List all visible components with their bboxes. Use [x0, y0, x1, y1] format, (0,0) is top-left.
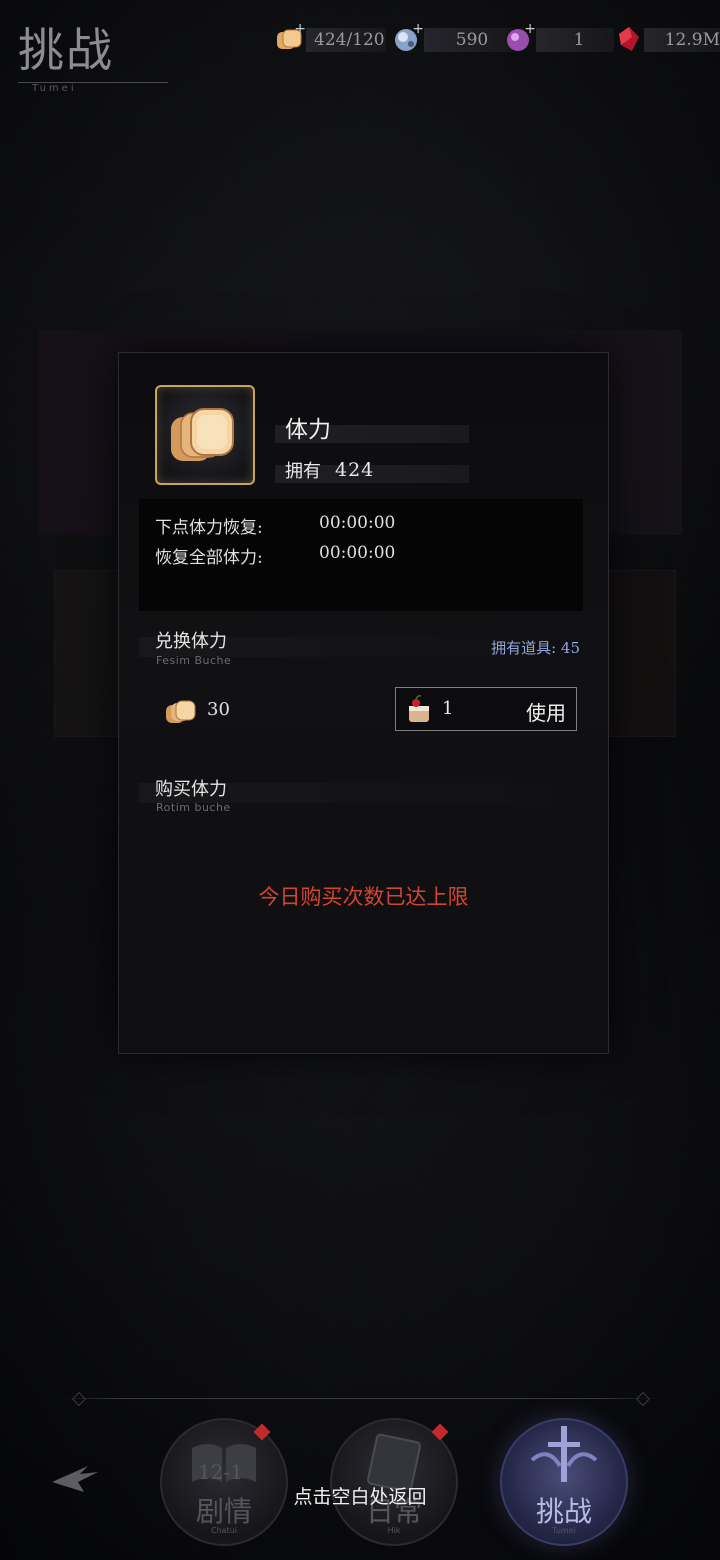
tap-to-return-hint: 点击空白处返回 — [293, 1486, 427, 1508]
crystal-orb-icon: + — [392, 21, 424, 55]
owned-items-count: 拥有道具: 45 — [491, 639, 580, 657]
add-icon[interactable]: + — [524, 21, 536, 37]
exchange-title: 兑换体力 — [155, 631, 227, 652]
item-quantity: 1 — [442, 698, 454, 719]
purchase-title: 购买体力 — [155, 779, 227, 800]
currency-stamina[interactable]: + 424/120 — [274, 21, 386, 55]
currency-value: 1 — [536, 28, 614, 52]
page-title-block: 挑战 Tumei — [18, 20, 168, 94]
bread-stamina-icon — [163, 697, 197, 727]
bread-stamina-icon — [171, 408, 234, 461]
item-icon-frame — [155, 385, 255, 485]
currency-orb[interactable]: + 590 — [392, 21, 512, 55]
next-recovery-label: 下点体力恢复: — [155, 518, 263, 538]
full-recovery-time: 00:00:00 — [319, 543, 396, 563]
page-subtitle: Tumei — [32, 83, 77, 94]
tab-sublabel: Chatui — [211, 1526, 237, 1535]
next-recovery-time: 00:00:00 — [319, 513, 396, 533]
tab-sublabel: Hik — [387, 1526, 401, 1535]
add-icon[interactable]: + — [294, 21, 306, 37]
currency-value: 424/120 — [306, 28, 386, 52]
exchange-subtitle: Fesim Buche — [156, 654, 232, 667]
item-name: 体力 — [285, 417, 331, 443]
owned-label: 拥有 — [285, 461, 321, 482]
recovery-info: 下点体力恢复: 00:00:00 恢复全部体力: 00:00:00 — [139, 499, 583, 611]
currency-gem[interactable]: + 1 — [504, 21, 614, 55]
cake-icon — [409, 695, 429, 722]
page-title: 挑战 — [18, 23, 114, 77]
full-recovery-label: 恢复全部体力: — [155, 548, 263, 568]
use-label: 使用 — [526, 701, 566, 725]
currency-value: 590 — [424, 28, 512, 52]
tab-sublabel: Tumei — [552, 1526, 576, 1535]
currency-red-crystal: 12.9M — [616, 26, 720, 54]
purchase-subtitle: Rotim buche — [156, 801, 231, 814]
currency-value: 12.9M — [644, 28, 720, 52]
nav-divider — [60, 1398, 660, 1399]
exchange-amount: 30 — [207, 699, 230, 720]
chapter-tag: 12-1 — [198, 1460, 243, 1484]
sword-icon — [530, 1426, 598, 1482]
use-item-button[interactable]: 1 使用 — [395, 687, 577, 731]
bread-stamina-icon: + — [274, 21, 306, 55]
owned-value: 424 — [335, 459, 375, 481]
purple-gem-icon: + — [504, 21, 536, 55]
add-icon[interactable]: + — [412, 21, 424, 37]
purchase-limit-message: 今日购买次数已达上限 — [258, 885, 469, 909]
stamina-modal: 体力 拥有 424 下点体力恢复: 00:00:00 恢复全部体力: 00:00… — [118, 352, 609, 1054]
red-crystal-icon — [616, 25, 644, 55]
